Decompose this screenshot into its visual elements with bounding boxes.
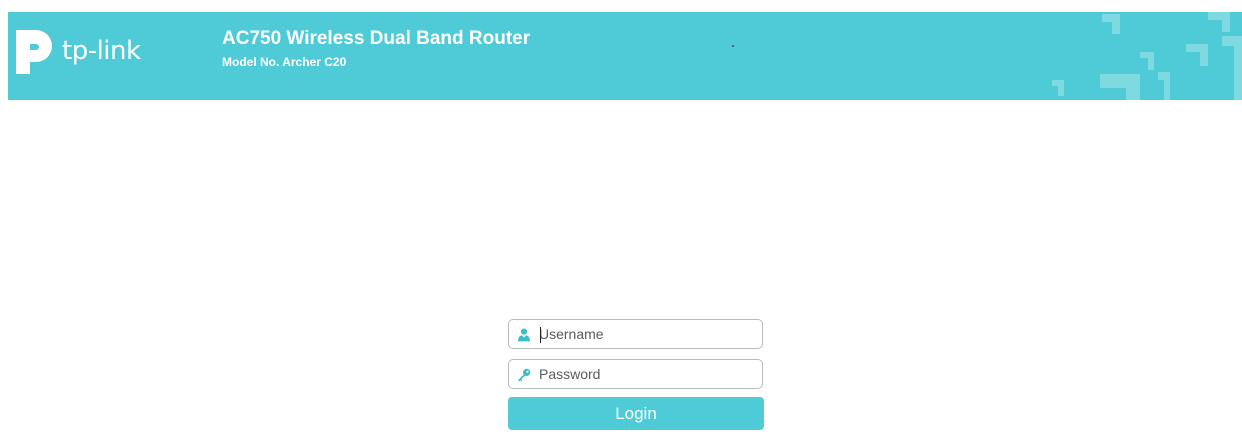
user-icon: [517, 328, 531, 342]
header-banner: tp-link AC750 Wireless Dual Band Router …: [8, 12, 1242, 100]
product-title: AC750 Wireless Dual Band Router: [222, 28, 531, 49]
key-icon: [518, 368, 531, 382]
tp-link-mark-icon: [16, 30, 52, 74]
login-button[interactable]: Login: [508, 397, 764, 430]
username-field-container: [508, 319, 763, 349]
header-dot: [732, 45, 734, 47]
password-field-container: [508, 359, 763, 389]
brand-logo: tp-link: [8, 26, 158, 82]
page: tp-link AC750 Wireless Dual Band Router …: [0, 0, 1242, 436]
login-form: Login: [508, 319, 765, 430]
router-login-page: tp-link AC750 Wireless Dual Band Router …: [8, 12, 1242, 436]
text-cursor: [540, 327, 541, 343]
username-input[interactable]: [539, 323, 754, 345]
brand-logo-text: tp-link: [62, 36, 141, 66]
model-number: Model No. Archer C20: [222, 55, 347, 69]
password-input[interactable]: [539, 363, 754, 385]
header-pattern-decoration: [1052, 12, 1242, 100]
